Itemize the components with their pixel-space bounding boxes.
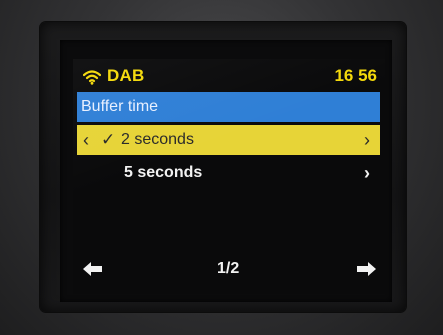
chevron-left-icon[interactable]: ‹ xyxy=(83,125,89,155)
menu-item-label: 2 seconds xyxy=(121,131,194,148)
arrow-left-icon[interactable] xyxy=(83,262,103,276)
navigation-bar: 1/2 xyxy=(73,257,385,283)
radio-display: DAB 16 56 Buffer time ‹ ✓ 2 seconds › 5 … xyxy=(73,59,385,294)
menu-item-5-seconds[interactable]: 5 seconds › xyxy=(77,158,380,188)
menu-item-label: 5 seconds xyxy=(124,164,203,181)
arrow-right-icon[interactable] xyxy=(356,262,376,276)
wifi-signal-icon xyxy=(83,70,101,85)
check-icon: ✓ xyxy=(101,130,116,149)
status-bar: DAB 16 56 xyxy=(73,65,385,89)
clock-time: 16 56 xyxy=(334,66,377,85)
page-indicator: 1/2 xyxy=(217,260,240,277)
source-label: DAB xyxy=(107,66,145,85)
chevron-right-icon[interactable]: › xyxy=(364,125,370,155)
chevron-right-icon[interactable]: › xyxy=(364,158,370,188)
menu-item-2-seconds[interactable]: ‹ ✓ 2 seconds › xyxy=(77,125,380,155)
menu-title: Buffer time xyxy=(77,92,380,122)
device-photo: DAB 16 56 Buffer time ‹ ✓ 2 seconds › 5 … xyxy=(0,0,443,335)
